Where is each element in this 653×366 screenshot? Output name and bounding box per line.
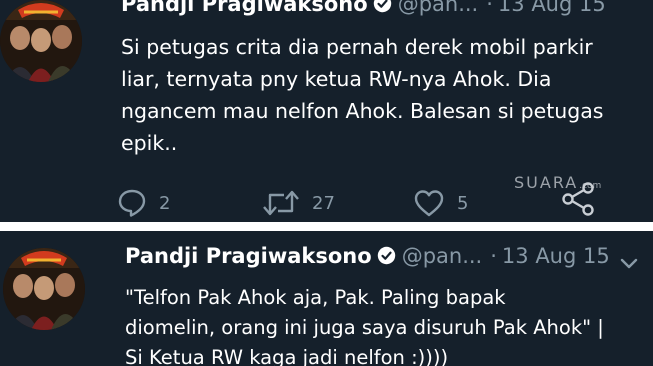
tweet-header: Pandji Pragiwaksono @pan... · 13 Aug 15: [121, 0, 606, 17]
like-button[interactable]: 5: [413, 188, 468, 218]
verified-icon: [377, 245, 396, 265]
separator: ·: [486, 0, 493, 16]
timestamp[interactable]: 13 Aug 15: [502, 244, 610, 268]
timestamp[interactable]: 13 Aug 15: [498, 0, 606, 16]
reply-count: 2: [159, 192, 171, 214]
tweet-card[interactable]: Pandji Pragiwaksono @pan... · 13 Aug 15 Si …: [0, 0, 653, 222]
retweet-icon: [263, 190, 299, 216]
tweet-text: Si petugas crita dia pernah derek mobil …: [121, 35, 604, 155]
tweet-header: Pandji Pragiwaksono @pan... · 13 Aug 15: [125, 243, 610, 269]
handle[interactable]: @pan...: [398, 0, 479, 16]
display-name[interactable]: Pandji Pragiwaksono: [125, 244, 372, 268]
reply-button[interactable]: 2: [117, 188, 170, 218]
retweet-button[interactable]: 27: [262, 188, 335, 218]
chevron-down-icon[interactable]: [620, 258, 638, 270]
like-icon: [414, 190, 444, 217]
handle[interactable]: @pan...: [402, 244, 483, 268]
avatar[interactable]: [0, 0, 82, 82]
retweet-count: 27: [312, 192, 335, 214]
verified-icon: [373, 0, 392, 13]
watermark: SUARA.com: [514, 173, 601, 192]
watermark-suffix: .com: [579, 181, 602, 191]
tweet-card[interactable]: Pandji Pragiwaksono @pan... · 13 Aug 15 "Te…: [0, 231, 653, 366]
display-name[interactable]: Pandji Pragiwaksono: [121, 0, 368, 16]
separator: ·: [490, 244, 497, 268]
watermark-brand: SUARA: [514, 173, 579, 192]
tweet-text: "Telfon Pak Ahok aja, Pak. Paling bapak …: [125, 286, 604, 366]
like-count: 5: [457, 192, 469, 214]
reply-icon: [118, 189, 146, 217]
avatar[interactable]: [3, 248, 85, 330]
